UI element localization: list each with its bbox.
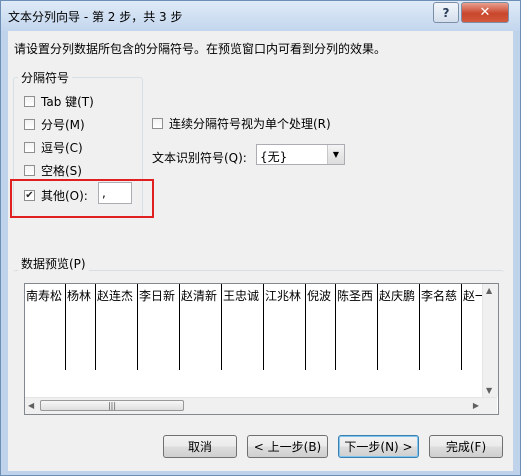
help-icon: ? [442,5,450,20]
space-checkbox[interactable]: 空格(S) [24,162,82,179]
text-qualifier-value: {无} [260,150,288,164]
tab-checkbox[interactable]: Tab 键(T) [24,93,94,110]
text-qualifier-select[interactable]: {无} ▼ [256,144,345,165]
tab-checkbox-label: Tab 键(T) [41,95,94,109]
dialog-body: 请设置分列数据所包含的分隔符号。在预览窗口内可看到分列的效果。 分隔符号 Tab… [8,31,513,471]
title-bar: 文本分列向导 - 第 2 步，共 3 步 ? ✕ [1,1,520,31]
scroll-left-icon[interactable]: ◀ [28,401,34,410]
data-preview[interactable]: 南寿松 杨林 赵连杰 李日新 赵清新 王忠诚 江兆林 倪波 陈圣西 赵庆鹏 李名… [24,283,499,415]
delimiters-group-label: 分隔符号 [18,69,73,86]
preview-column: 李名慈 [420,284,462,370]
preview-columns: 南寿松 杨林 赵连杰 李日新 赵清新 王忠诚 江兆林 倪波 陈圣西 赵庆鹏 李名… [25,284,483,370]
scroll-right-icon[interactable]: ▶ [473,401,479,410]
preview-column: 倪波 [306,284,336,370]
help-button[interactable]: ? [433,2,459,23]
instruction-text: 请设置分列数据所包含的分隔符号。在预览窗口内可看到分列的效果。 [14,42,387,56]
highlight-frame [10,179,154,218]
back-button[interactable]: < 上一步(B) [247,435,328,458]
space-checkbox-box[interactable] [24,165,35,176]
preview-column: 南寿松 [25,284,66,370]
consecutive-checkbox[interactable]: 连续分隔符号视为单个处理(R) [152,115,331,132]
cancel-button[interactable]: 取消 [163,435,237,458]
comma-checkbox-label: 逗号(C) [41,141,83,155]
preview-group-label: 数据预览(P) [18,255,89,272]
space-checkbox-label: 空格(S) [41,164,82,178]
preview-column: 杨林 [66,284,96,370]
scroll-down-icon[interactable]: ▼ [486,386,492,395]
scroll-up-icon[interactable]: ▲ [486,286,492,295]
next-button[interactable]: 下一步(N) > [338,435,419,458]
wizard-window: 文本分列向导 - 第 2 步，共 3 步 ? ✕ 请设置分列数据所包含的分隔符号… [0,0,521,476]
vertical-scrollbar[interactable]: ▲ ▼ [482,284,498,397]
preview-column: 赵一 [463,289,483,303]
preview-column: 陈圣西 [336,284,378,370]
close-button[interactable]: ✕ [461,2,509,23]
text-qualifier-label: 文本识别符号(Q): [152,151,247,165]
comma-checkbox-box[interactable] [24,142,35,153]
semicolon-checkbox-box[interactable] [24,119,35,130]
close-icon: ✕ [479,5,491,20]
scroll-thumb[interactable]: ||| [40,400,184,411]
chevron-down-icon[interactable]: ▼ [327,145,344,164]
consecutive-checkbox-label: 连续分隔符号视为单个处理(R) [169,117,331,131]
semicolon-checkbox[interactable]: 分号(M) [24,116,85,133]
preview-column: 赵连杰 [96,284,138,370]
preview-column: 赵清新 [180,284,222,370]
consecutive-checkbox-box[interactable] [152,118,163,129]
tab-checkbox-box[interactable] [24,96,35,107]
comma-checkbox[interactable]: 逗号(C) [24,139,83,156]
finish-button[interactable]: 完成(F) [429,435,503,458]
preview-column: 王忠诚 [222,284,264,370]
semicolon-checkbox-label: 分号(M) [41,118,85,132]
horizontal-scrollbar[interactable]: ◀ ||| ▶ [25,397,497,414]
preview-column: 江兆林 [264,284,306,370]
preview-column: 赵庆鹏 [378,284,420,370]
window-title: 文本分列向导 - 第 2 步，共 3 步 [8,10,183,24]
preview-column: 李日新 [138,284,180,370]
